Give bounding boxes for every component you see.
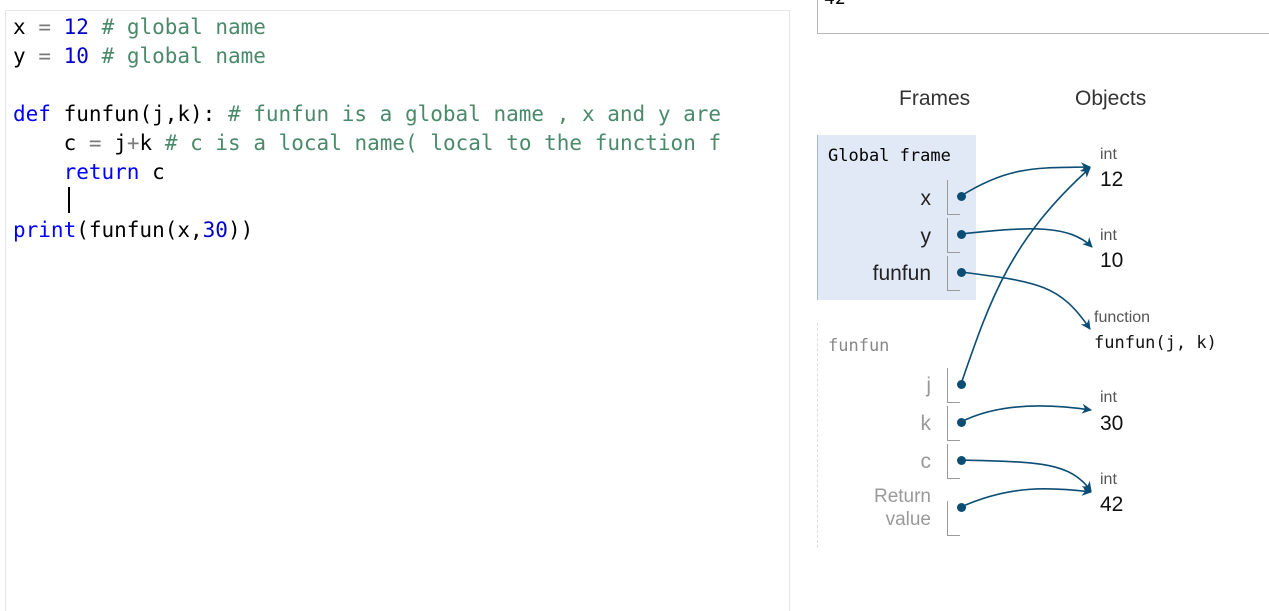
arrow-return-to-42: [960, 485, 1092, 508]
arrow-k-to-30: [960, 403, 1092, 423]
arrow-x-to-12: [960, 162, 1091, 197]
pointer-arrows: [960, 162, 1093, 508]
arrow-c-to-42: [960, 459, 1092, 492]
arrow-funfun-to-function: [960, 271, 1091, 330]
arrow-j-to-12: [960, 167, 1091, 385]
